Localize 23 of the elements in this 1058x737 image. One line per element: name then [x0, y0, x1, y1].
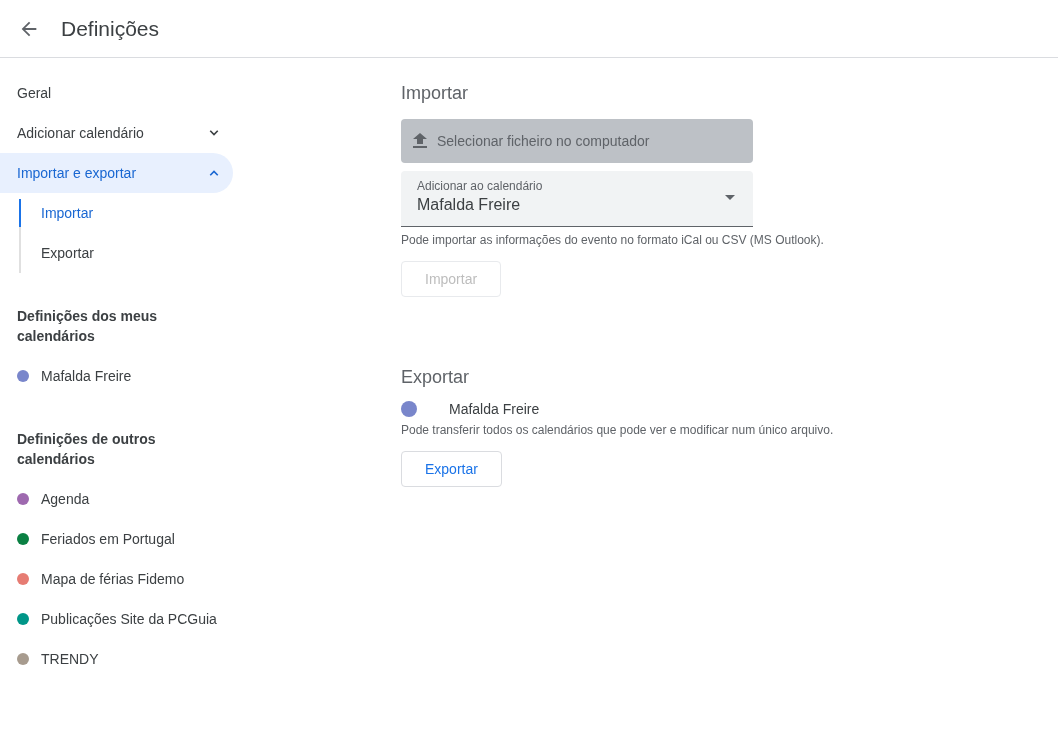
- section-heading: Exportar: [401, 367, 471, 388]
- calendar-name: Mafalda Freire: [449, 401, 540, 417]
- calendar-name[interactable]: Feriados em Portugal: [41, 531, 175, 547]
- sidebar-subitem[interactable]: Exportar: [19, 233, 233, 273]
- help-text: Pode importar as informações do evento no formato iCal ou CSV (MS Outlook).: [401, 233, 825, 247]
- calendar-name[interactable]: Mapa de férias Fidemo: [41, 571, 185, 587]
- sidebar-item[interactable]: Geral: [0, 73, 233, 113]
- calendar-name[interactable]: Agenda: [41, 491, 90, 507]
- upload-icon: [413, 133, 427, 149]
- section-heading: Definições dos meus calendários: [16, 307, 159, 346]
- sidebar-item[interactable]: Importar e exportar: [0, 153, 233, 193]
- section-heading: Importar: [401, 83, 470, 104]
- sidebar-item[interactable]: Adicionar calendário: [0, 113, 233, 153]
- sidebar-subitem[interactable]: Importar: [19, 199, 233, 227]
- calendar-name[interactable]: Mafalda Freire: [41, 368, 132, 384]
- calendar-dropdown[interactable]: Adicionar ao calendário Mafalda Freire: [401, 171, 753, 227]
- dropdown-arrow-icon: [725, 195, 735, 200]
- help-text: Pode transferir todos os calendários que pode ver e modificar num único arquivo.: [401, 423, 834, 437]
- calendar-name[interactable]: TRENDY: [41, 651, 99, 667]
- page-title: Definições: [61, 16, 160, 41]
- calendar-name[interactable]: Publicações Site da PCGuia: [41, 611, 217, 627]
- export-button[interactable]: Exportar: [401, 451, 502, 487]
- section-heading: Definições de outros calendários: [16, 430, 157, 469]
